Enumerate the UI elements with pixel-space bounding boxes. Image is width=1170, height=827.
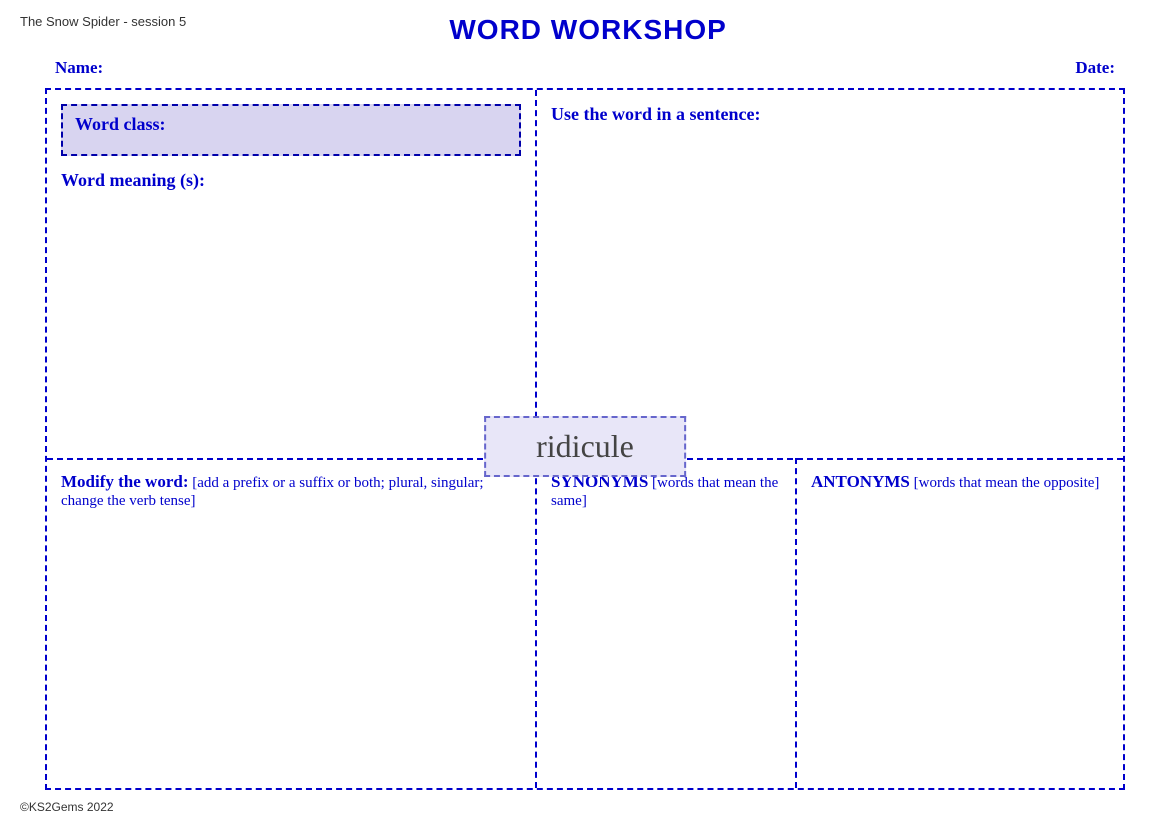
- center-word-box: ridicule: [484, 416, 686, 477]
- modify-panel: Modify the word: [add a prefix or a suff…: [47, 458, 537, 788]
- left-panel: Word class: Word meaning (s):: [47, 90, 537, 458]
- synonyms-panel: SYNONYMS [words that mean the same]: [537, 458, 797, 788]
- antonyms-title: ANTONYMS [words that mean the opposite]: [811, 472, 1109, 492]
- name-date-row: Name: Date:: [0, 50, 1170, 88]
- top-section: Word class: Word meaning (s): Use the wo…: [47, 90, 1123, 460]
- page-header: The Snow Spider - session 5 WORD WORKSHO…: [0, 0, 1170, 50]
- use-word-label: Use the word in a sentence:: [551, 104, 1109, 125]
- name-label: Name:: [55, 58, 103, 78]
- copyright-label: ©KS2Gems 2022: [20, 800, 114, 814]
- worksheet-container: Word class: Word meaning (s): Use the wo…: [45, 88, 1125, 790]
- antonyms-panel: ANTONYMS [words that mean the opposite]: [797, 458, 1123, 788]
- modify-bold-label: Modify the word:: [61, 472, 188, 491]
- footer: ©KS2Gems 2022: [0, 790, 1170, 824]
- date-label: Date:: [1075, 58, 1115, 78]
- main-title: WORD WORKSHOP: [186, 14, 990, 46]
- word-meaning-label: Word meaning (s):: [61, 170, 521, 191]
- word-class-label: Word class:: [75, 114, 166, 134]
- synonyms-title: SYNONYMS [words that mean the same]: [551, 472, 781, 510]
- session-title: The Snow Spider - session 5: [20, 14, 186, 29]
- antonyms-bold-label: ANTONYMS: [811, 472, 910, 491]
- bottom-section: Modify the word: [add a prefix or a suff…: [47, 458, 1123, 788]
- modify-title: Modify the word: [add a prefix or a suff…: [61, 472, 521, 510]
- right-panel: Use the word in a sentence:: [537, 90, 1123, 458]
- word-class-box: Word class:: [61, 104, 521, 156]
- antonyms-normal-label: [words that mean the opposite]: [910, 475, 1100, 491]
